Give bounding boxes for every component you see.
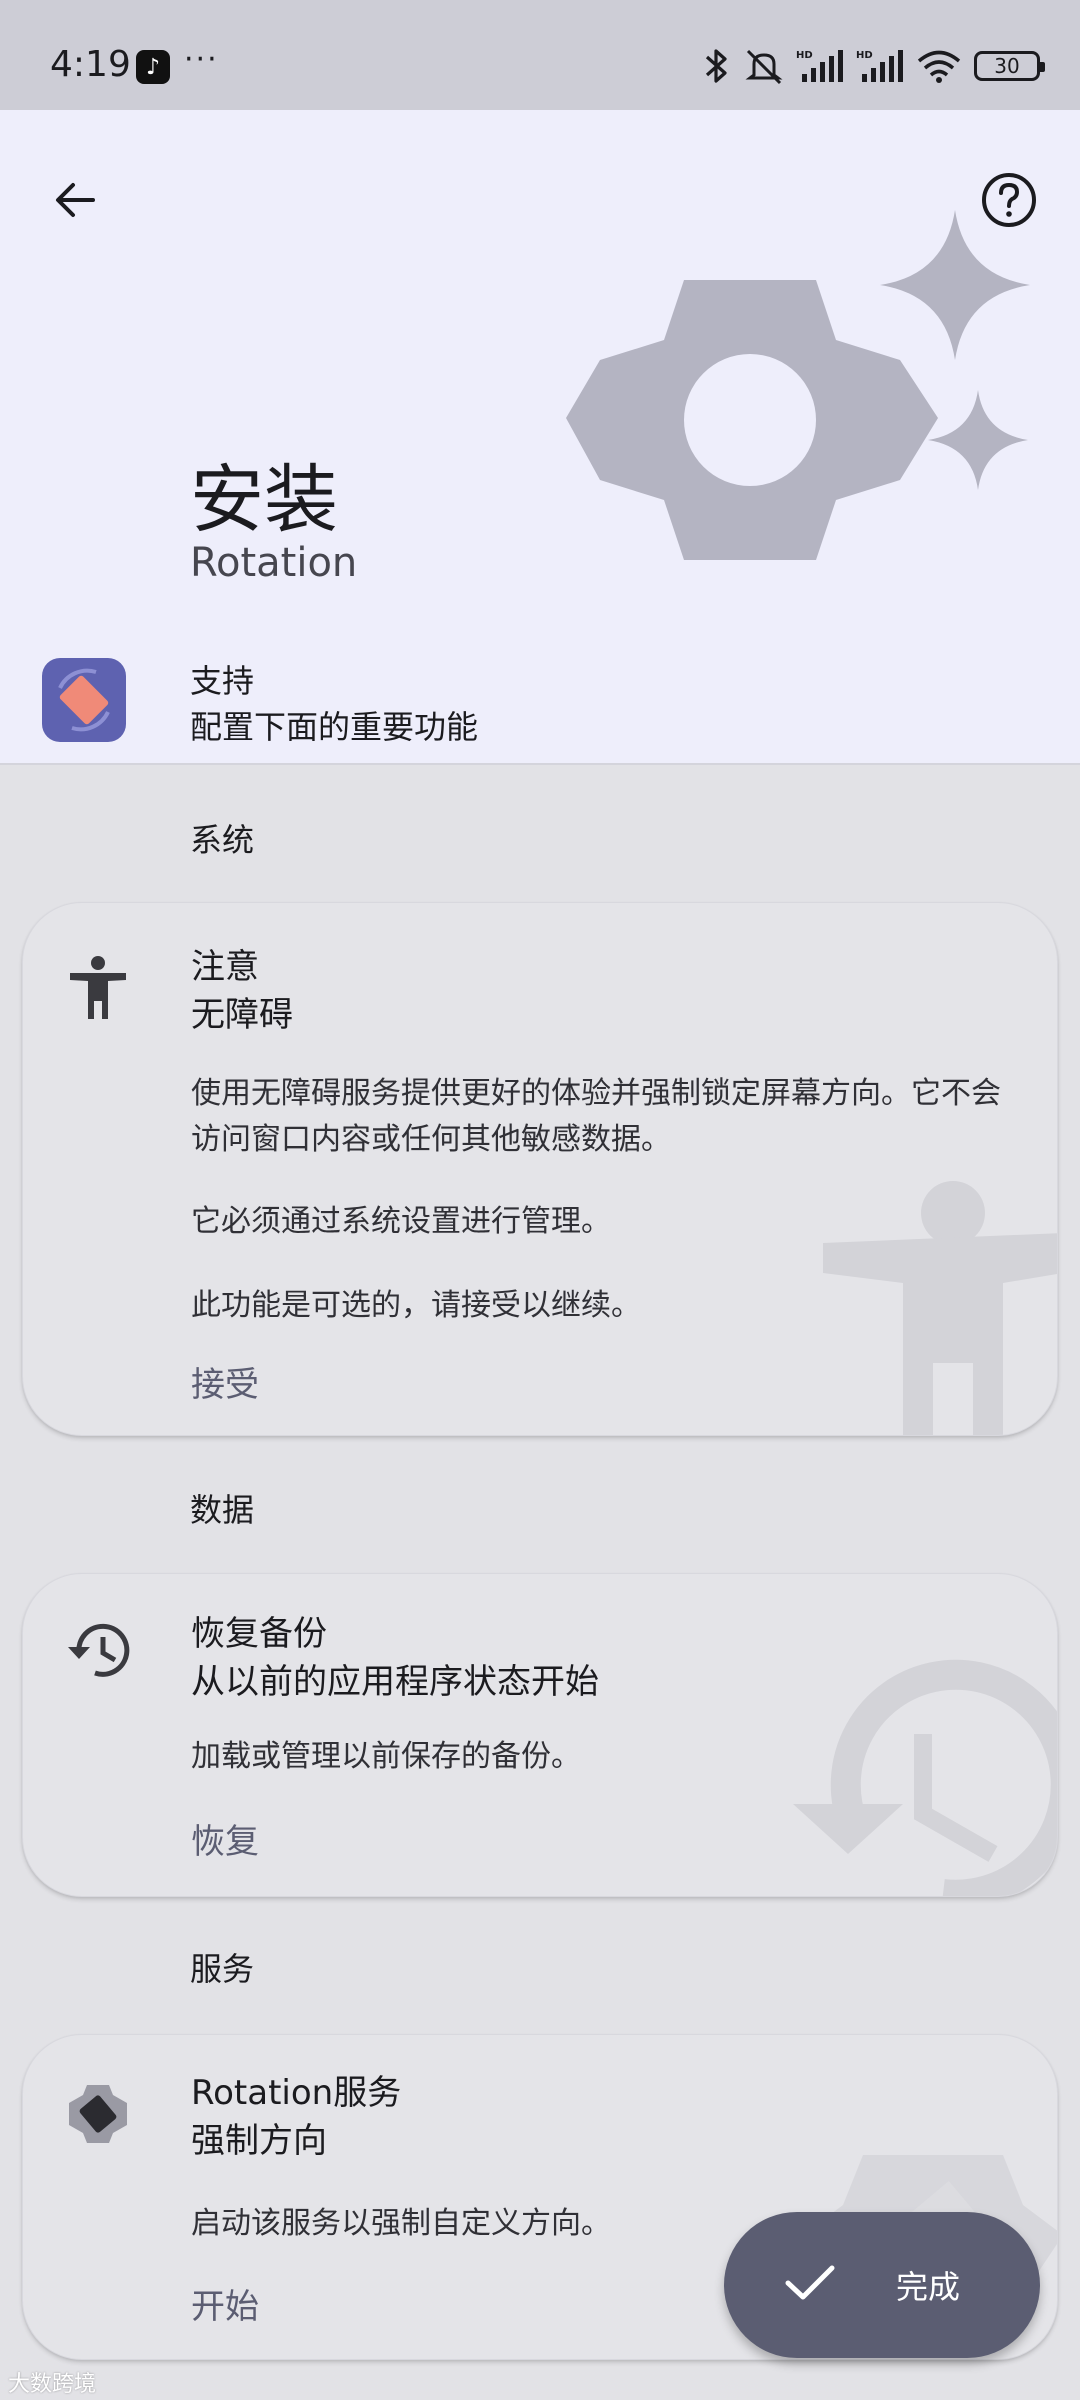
restore-button[interactable]: 恢复 [191, 1814, 259, 1863]
arrow-back-icon [56, 183, 95, 217]
page-subtitle: Rotation [190, 540, 358, 586]
page-title: 安装 [190, 457, 338, 543]
svg-text:HD: HD [796, 50, 813, 61]
watermark-logo: 大数跨境 [8, 2366, 96, 2398]
battery-level: 30 [994, 54, 1020, 78]
start-button[interactable]: 开始 [191, 2279, 259, 2328]
back-button[interactable] [40, 165, 110, 235]
section-heading-service: 服务 [190, 1950, 255, 1988]
watermark-text: 大数跨境 [8, 2372, 97, 2397]
status-icons: HD HD 30 [702, 46, 1045, 86]
app-icon [42, 658, 126, 742]
setup-header: 安装 Rotation 支持 配置下面的重要功能 [0, 110, 1080, 765]
status-time: 4:19 [50, 44, 131, 85]
check-icon [785, 2265, 835, 2300]
accept-button[interactable]: 接受 [191, 1357, 259, 1406]
rotation-service-icon [53, 2069, 143, 2159]
backup-card-title: 恢复备份 [191, 1614, 327, 1654]
service-card-subtitle: 强制方向 [191, 2121, 327, 2161]
wifi-icon [917, 50, 961, 83]
mute-icon [745, 49, 783, 85]
accessibility-card: 注意 无障碍 使用无障碍服务提供更好的体验并强制锁定屏幕方向。它不会访问窗口内容… [22, 902, 1058, 1436]
tiktok-icon: ♪ [136, 50, 170, 84]
support-subtitle: 配置下面的重要功能 [190, 708, 479, 746]
done-button[interactable]: 完成 [724, 2212, 1040, 2358]
rotation-app-icon [58, 668, 110, 732]
accessibility-card-optional: 此功能是可选的，请接受以继续。 [191, 1288, 641, 1323]
support-title: 支持 [190, 662, 255, 700]
svg-text:HD: HD [856, 50, 873, 61]
history-icon [53, 1604, 143, 1694]
bluetooth-icon [705, 49, 727, 83]
accessibility-card-note: 它必须通过系统设置进行管理。 [191, 1204, 611, 1239]
done-button-label: 完成 [896, 2268, 961, 2306]
backup-card-description: 加载或管理以前保存的备份。 [191, 1739, 581, 1774]
backup-card-subtitle: 从以前的应用程序状态开始 [191, 1662, 599, 1702]
accessibility-card-subtitle: 无障碍 [191, 995, 293, 1035]
section-heading-system: 系统 [190, 821, 255, 859]
section-heading-data: 数据 [190, 1491, 255, 1529]
service-card-title: Rotation服务 [191, 2073, 402, 2113]
more-notifications-icon: ··· [184, 42, 219, 77]
signal-hd-icon: HD [856, 50, 903, 82]
accessibility-icon [53, 943, 143, 1033]
accessibility-card-description: 使用无障碍服务提供更好的体验并强制锁定屏幕方向。它不会访问窗口内容或任何其他敏感… [191, 1076, 1001, 1157]
backup-card: 恢复备份 从以前的应用程序状态开始 加载或管理以前保存的备份。 恢复 [22, 1573, 1058, 1897]
battery-icon: 30 [974, 51, 1045, 81]
status-bar: 4:19 ♪ ··· HD HD 30 [0, 0, 1080, 110]
signal-hd-icon: HD [796, 50, 843, 82]
accessibility-card-title: 注意 [191, 947, 259, 987]
settings-gear-icon [566, 210, 1030, 560]
